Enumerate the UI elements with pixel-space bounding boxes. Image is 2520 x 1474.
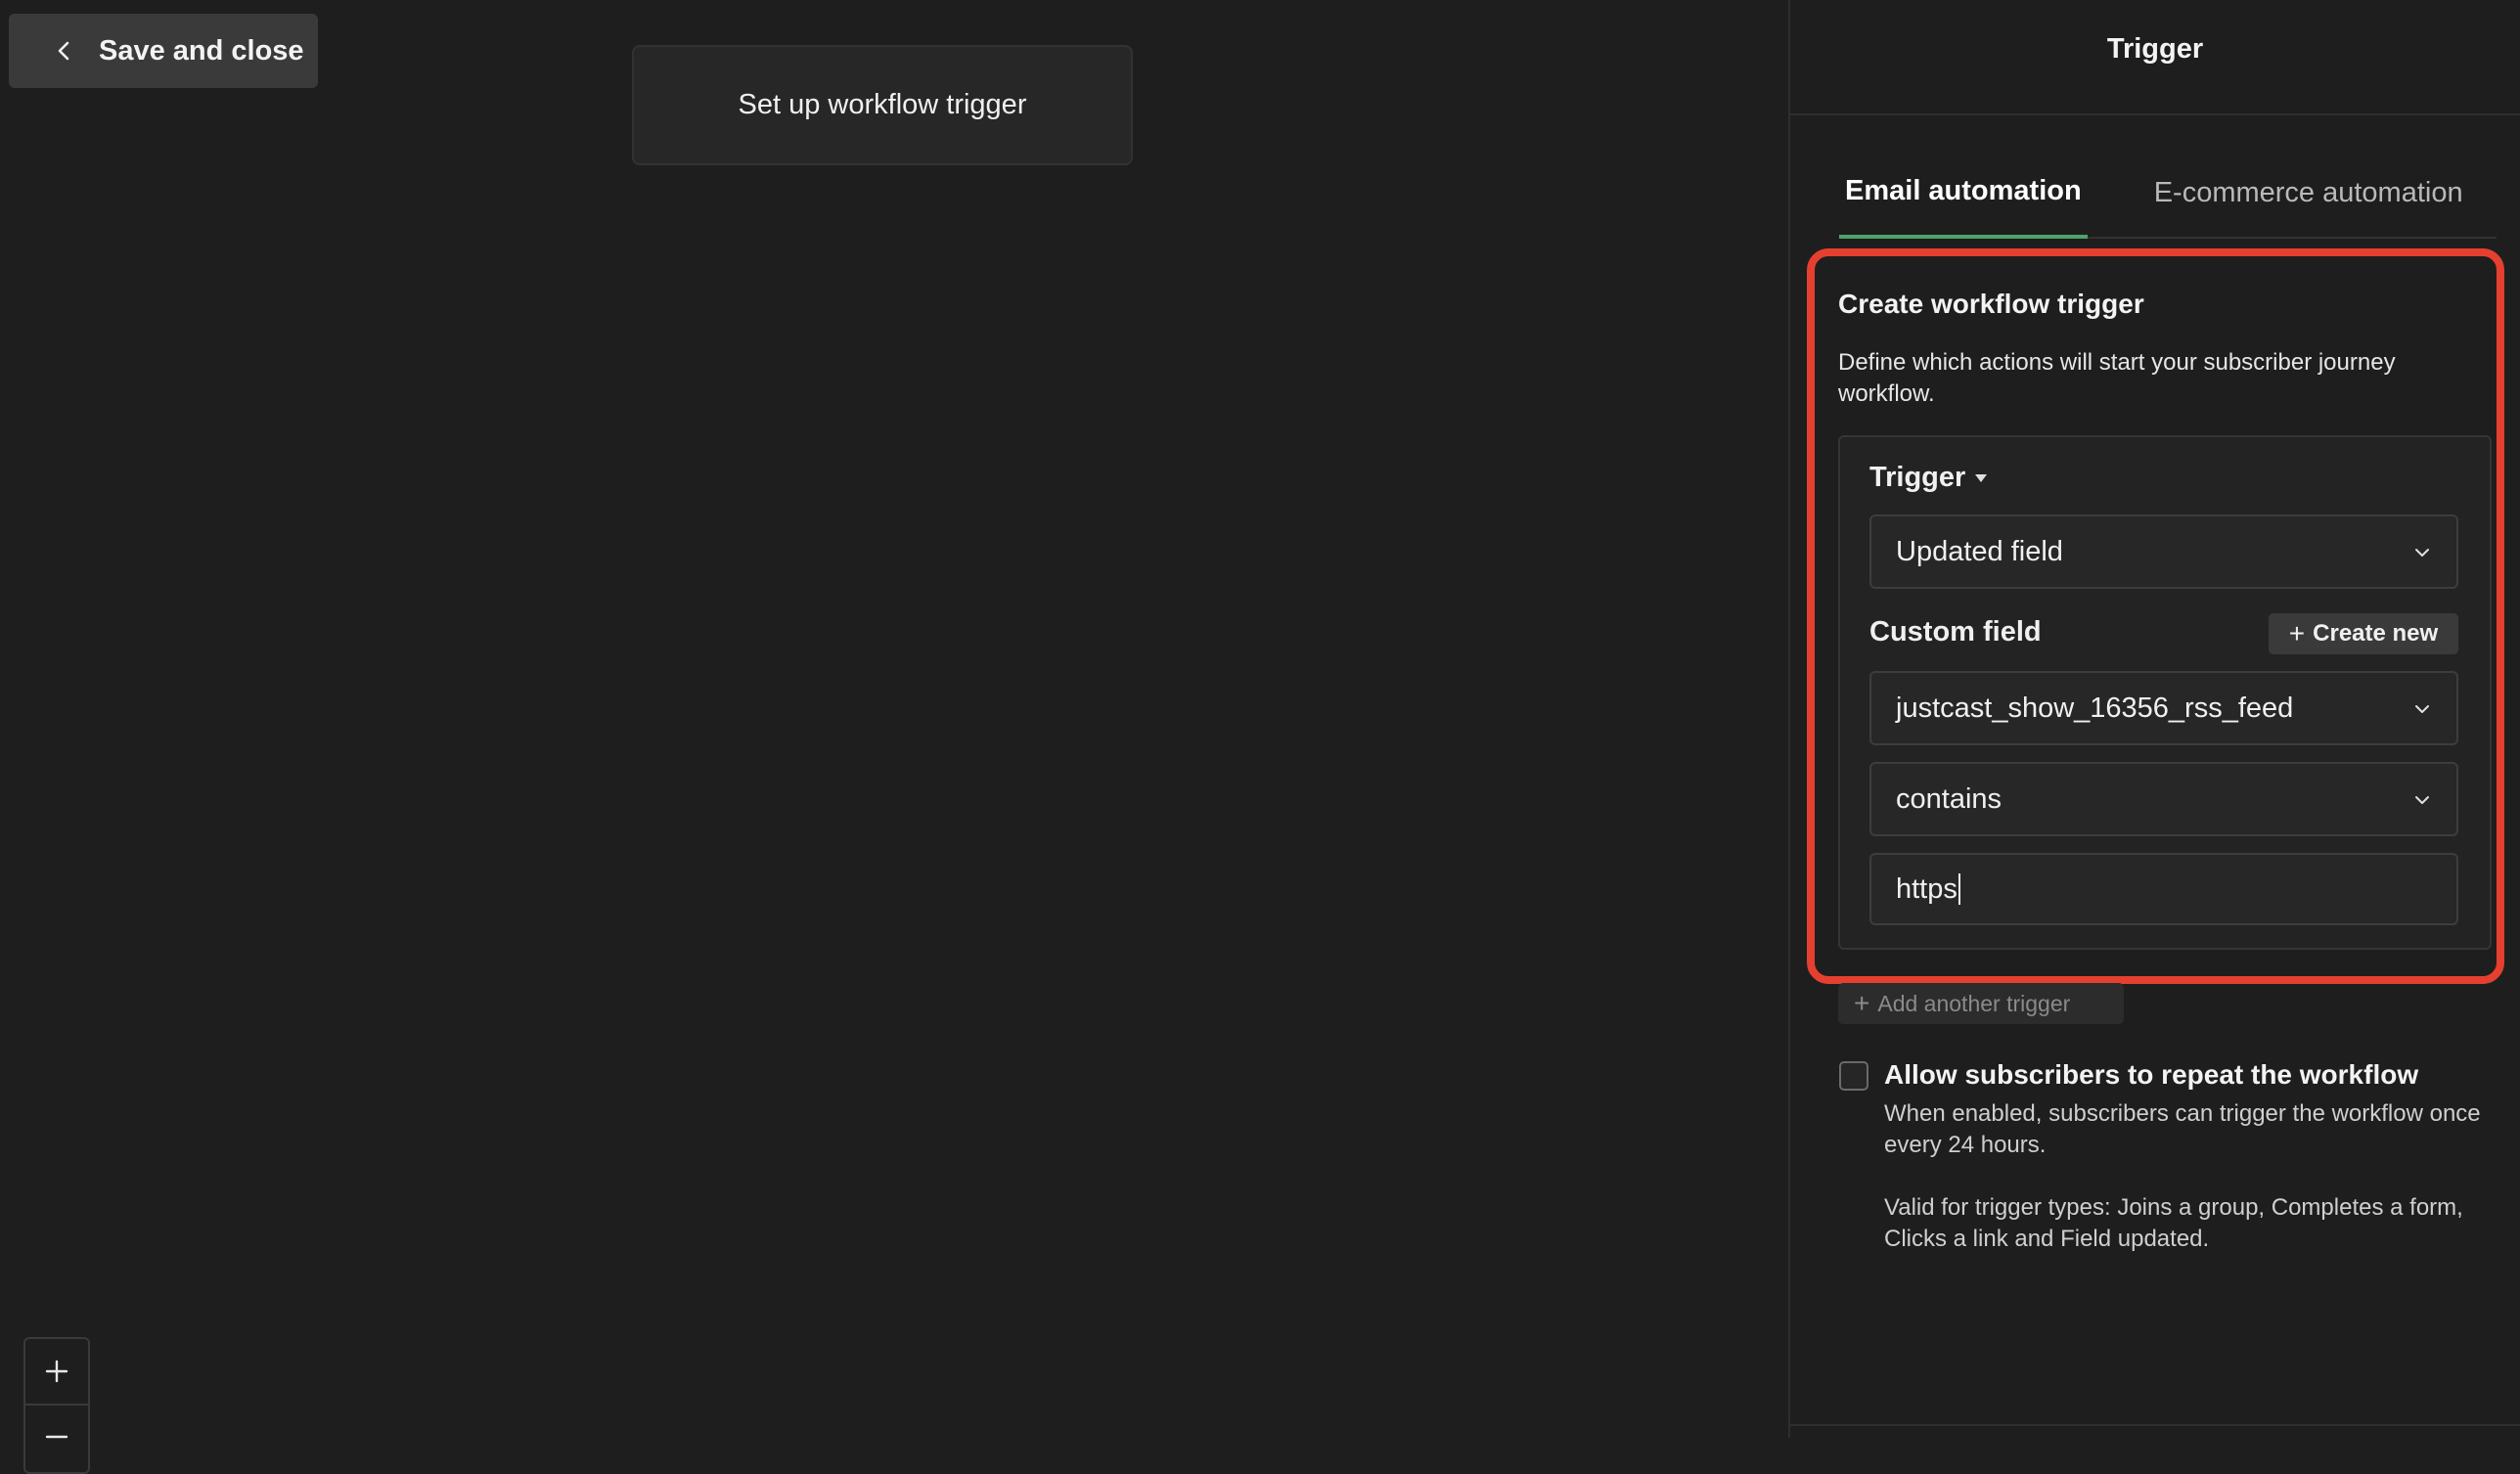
trigger-type-select[interactable]: Updated field: [1869, 514, 2458, 589]
condition-select[interactable]: contains: [1869, 762, 2458, 836]
repeat-workflow-label[interactable]: Allow subscribers to repeat the workflow: [1884, 1059, 2418, 1091]
repeat-workflow-checkbox[interactable]: [1839, 1061, 1868, 1091]
automation-tabs: Email automation E-commerce automation: [1839, 147, 2497, 239]
caret-down-icon: [1975, 473, 1988, 482]
zoom-controls: [23, 1337, 90, 1474]
trigger-dropdown-label[interactable]: Trigger: [1869, 462, 1988, 494]
chevron-down-icon: [2415, 705, 2429, 713]
custom-field-select[interactable]: justcast_show_16356_rss_feed: [1869, 671, 2458, 745]
condition-input-text: https: [1896, 872, 1958, 905]
create-trigger-title: Create workflow trigger: [1838, 289, 2144, 319]
add-another-trigger-button[interactable]: + Add another trigger: [1838, 983, 2124, 1024]
trigger-label-text: Trigger: [1869, 462, 1966, 493]
condition-value-input[interactable]: https: [1869, 853, 2458, 925]
save-and-close-button[interactable]: Save and close: [9, 14, 318, 88]
plus-icon: +: [1854, 988, 1870, 1018]
workflow-trigger-node-label: Set up workflow trigger: [738, 89, 1027, 120]
chevron-left-icon: [50, 36, 79, 66]
text-cursor: [1958, 873, 1960, 905]
panel-header: Trigger: [1790, 0, 2520, 115]
tab-email-automation[interactable]: Email automation: [1839, 147, 2088, 239]
workflow-canvas: Save and close Set up workflow trigger: [0, 0, 1788, 1474]
create-new-label: Create new: [2313, 620, 2439, 647]
workflow-trigger-node[interactable]: Set up workflow trigger: [632, 45, 1133, 165]
custom-field-label-text: Custom field: [1869, 616, 2042, 648]
create-new-field-button[interactable]: + Create new: [2269, 613, 2458, 654]
plus-icon: +: [2288, 618, 2306, 648]
save-and-close-label: Save and close: [99, 34, 304, 67]
panel-divider: [1790, 1424, 2520, 1426]
minus-icon: [45, 1435, 68, 1439]
tab-ecommerce-automation[interactable]: E-commerce automation: [2148, 147, 2469, 239]
trigger-type-value: Updated field: [1896, 535, 2063, 567]
panel-title: Trigger: [2106, 33, 2204, 65]
plus-icon: [45, 1360, 68, 1383]
custom-field-value: justcast_show_16356_rss_feed: [1896, 692, 2294, 724]
create-trigger-description: Define which actions will start your sub…: [1838, 349, 2396, 407]
chevron-down-icon: [2415, 796, 2429, 804]
condition-value: contains: [1896, 782, 2002, 815]
zoom-out-button[interactable]: [25, 1404, 88, 1468]
custom-field-label: Custom field: [1869, 616, 2042, 648]
zoom-in-button[interactable]: [25, 1339, 88, 1404]
repeat-workflow-valid-types: Valid for trigger types: Joins a group, …: [1884, 1194, 2463, 1252]
repeat-workflow-help: When enabled, subscribers can trigger th…: [1884, 1100, 2481, 1158]
add-another-trigger-label: Add another trigger: [1877, 990, 2071, 1016]
chevron-down-icon: [2415, 549, 2429, 557]
